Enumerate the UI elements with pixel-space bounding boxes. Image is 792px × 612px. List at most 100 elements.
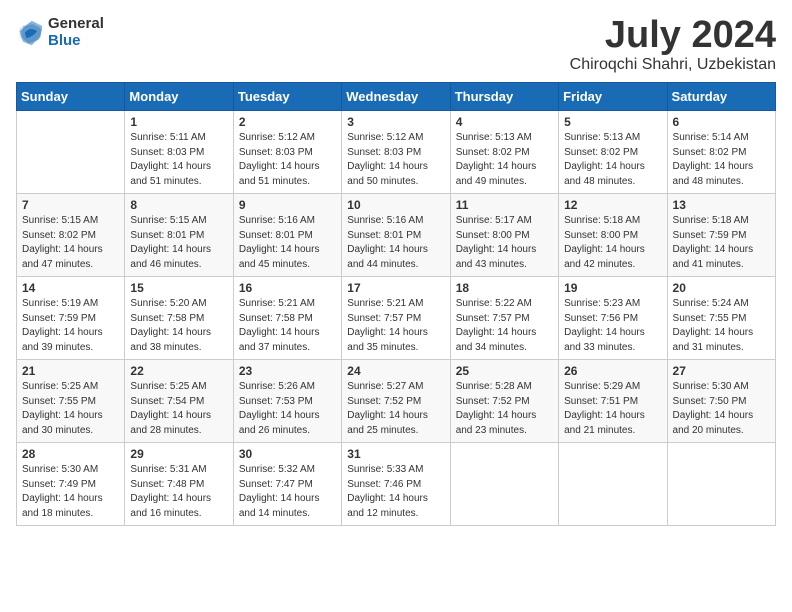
weekday-header: Saturday bbox=[667, 83, 775, 111]
calendar-cell: 7Sunrise: 5:15 AMSunset: 8:02 PMDaylight… bbox=[17, 194, 125, 277]
day-info: Sunrise: 5:13 AMSunset: 8:02 PMDaylight:… bbox=[564, 131, 661, 189]
day-number: 27 bbox=[673, 364, 770, 378]
day-number: 23 bbox=[239, 364, 336, 378]
day-number: 14 bbox=[22, 281, 119, 295]
calendar-week-row: 1 Sunrise: 5:11 AMSunset: 8:03 PMDaylight… bbox=[17, 111, 776, 194]
calendar-cell: 21 Sunrise: 5:25 AMSunset: 7:55 PMDayligh… bbox=[17, 360, 125, 443]
day-info: Sunrise: 5:11 AMSunset: 8:03 PMDaylight:… bbox=[130, 131, 227, 189]
day-number: 1 bbox=[130, 115, 227, 129]
day-number: 8 bbox=[130, 198, 227, 212]
calendar-cell: 10Sunrise: 5:16 AMSunset: 8:01 PMDayligh… bbox=[342, 194, 450, 277]
weekday-header: Sunday bbox=[17, 83, 125, 111]
day-number: 2 bbox=[239, 115, 336, 129]
calendar-cell: 22 Sunrise: 5:25 AMSunset: 7:54 PMDayligh… bbox=[125, 360, 233, 443]
weekday-header: Wednesday bbox=[342, 83, 450, 111]
logo-text: General Blue bbox=[48, 16, 104, 49]
page-header: General Blue July 2024 Chiroqchi Shahri,… bbox=[16, 16, 776, 74]
day-number: 4 bbox=[456, 115, 553, 129]
day-number: 30 bbox=[239, 447, 336, 461]
calendar-cell: 16 Sunrise: 5:21 AMSunset: 7:58 PMDayligh… bbox=[233, 277, 341, 360]
calendar-cell: 30Sunrise: 5:32 AMSunset: 7:47 PMDayligh… bbox=[233, 443, 341, 526]
day-number: 21 bbox=[22, 364, 119, 378]
day-info: Sunrise: 5:29 AMSunset: 7:51 PMDaylight:… bbox=[564, 380, 661, 438]
weekday-header: Thursday bbox=[450, 83, 558, 111]
calendar-week-row: 7Sunrise: 5:15 AMSunset: 8:02 PMDaylight… bbox=[17, 194, 776, 277]
calendar-cell: 29 Sunrise: 5:31 AMSunset: 7:48 PMDayligh… bbox=[125, 443, 233, 526]
day-number: 5 bbox=[564, 115, 661, 129]
day-number: 15 bbox=[130, 281, 227, 295]
day-number: 28 bbox=[22, 447, 119, 461]
calendar-cell: 31 Sunrise: 5:33 AMSunset: 7:46 PMDayligh… bbox=[342, 443, 450, 526]
day-number: 6 bbox=[673, 115, 770, 129]
day-info: Sunrise: 5:19 AMSunset: 7:59 PMDaylight:… bbox=[22, 297, 119, 355]
day-number: 12 bbox=[564, 198, 661, 212]
logo-general: General bbox=[48, 16, 104, 33]
calendar-cell: 23 Sunrise: 5:26 AMSunset: 7:53 PMDayligh… bbox=[233, 360, 341, 443]
day-info: Sunrise: 5:16 AMSunset: 8:01 PMDaylight:… bbox=[239, 214, 336, 272]
calendar-title: July 2024 bbox=[570, 16, 776, 54]
calendar-cell: 25 Sunrise: 5:28 AMSunset: 7:52 PMDayligh… bbox=[450, 360, 558, 443]
calendar-cell: 1 Sunrise: 5:11 AMSunset: 8:03 PMDaylight… bbox=[125, 111, 233, 194]
day-info: Sunrise: 5:15 AMSunset: 8:01 PMDaylight:… bbox=[130, 214, 227, 272]
day-info: Sunrise: 5:15 AMSunset: 8:02 PMDaylight:… bbox=[22, 214, 119, 272]
day-info: Sunrise: 5:28 AMSunset: 7:52 PMDaylight:… bbox=[456, 380, 553, 438]
calendar-cell: 28 Sunrise: 5:30 AMSunset: 7:49 PMDayligh… bbox=[17, 443, 125, 526]
day-info: Sunrise: 5:21 AMSunset: 7:58 PMDaylight:… bbox=[239, 297, 336, 355]
calendar-cell: 24Sunrise: 5:27 AMSunset: 7:52 PMDayligh… bbox=[342, 360, 450, 443]
calendar-cell bbox=[667, 443, 775, 526]
day-info: Sunrise: 5:30 AMSunset: 7:50 PMDaylight:… bbox=[673, 380, 770, 438]
day-info: Sunrise: 5:21 AMSunset: 7:57 PMDaylight:… bbox=[347, 297, 444, 355]
logo-blue: Blue bbox=[48, 33, 104, 50]
day-info: Sunrise: 5:12 AMSunset: 8:03 PMDaylight:… bbox=[347, 131, 444, 189]
weekday-header-row: SundayMondayTuesdayWednesdayThursdayFrid… bbox=[17, 83, 776, 111]
weekday-header: Monday bbox=[125, 83, 233, 111]
calendar-table: SundayMondayTuesdayWednesdayThursdayFrid… bbox=[16, 82, 776, 526]
day-info: Sunrise: 5:14 AMSunset: 8:02 PMDaylight:… bbox=[673, 131, 770, 189]
calendar-cell: 5 Sunrise: 5:13 AMSunset: 8:02 PMDaylight… bbox=[559, 111, 667, 194]
calendar-week-row: 14 Sunrise: 5:19 AMSunset: 7:59 PMDayligh… bbox=[17, 277, 776, 360]
calendar-cell: 9Sunrise: 5:16 AMSunset: 8:01 PMDaylight… bbox=[233, 194, 341, 277]
day-info: Sunrise: 5:26 AMSunset: 7:53 PMDaylight:… bbox=[239, 380, 336, 438]
day-info: Sunrise: 5:18 AMSunset: 7:59 PMDaylight:… bbox=[673, 214, 770, 272]
day-number: 22 bbox=[130, 364, 227, 378]
weekday-header: Tuesday bbox=[233, 83, 341, 111]
calendar-subtitle: Chiroqchi Shahri, Uzbekistan bbox=[570, 56, 776, 74]
day-number: 20 bbox=[673, 281, 770, 295]
day-number: 10 bbox=[347, 198, 444, 212]
day-number: 18 bbox=[456, 281, 553, 295]
day-info: Sunrise: 5:23 AMSunset: 7:56 PMDaylight:… bbox=[564, 297, 661, 355]
calendar-cell bbox=[450, 443, 558, 526]
day-number: 17 bbox=[347, 281, 444, 295]
day-number: 29 bbox=[130, 447, 227, 461]
calendar-cell: 19 Sunrise: 5:23 AMSunset: 7:56 PMDayligh… bbox=[559, 277, 667, 360]
day-number: 31 bbox=[347, 447, 444, 461]
day-info: Sunrise: 5:12 AMSunset: 8:03 PMDaylight:… bbox=[239, 131, 336, 189]
calendar-cell: 14 Sunrise: 5:19 AMSunset: 7:59 PMDayligh… bbox=[17, 277, 125, 360]
calendar-cell: 8 Sunrise: 5:15 AMSunset: 8:01 PMDaylight… bbox=[125, 194, 233, 277]
day-number: 25 bbox=[456, 364, 553, 378]
calendar-cell: 27 Sunrise: 5:30 AMSunset: 7:50 PMDayligh… bbox=[667, 360, 775, 443]
day-info: Sunrise: 5:17 AMSunset: 8:00 PMDaylight:… bbox=[456, 214, 553, 272]
calendar-cell bbox=[17, 111, 125, 194]
day-info: Sunrise: 5:30 AMSunset: 7:49 PMDaylight:… bbox=[22, 463, 119, 521]
day-number: 11 bbox=[456, 198, 553, 212]
day-number: 19 bbox=[564, 281, 661, 295]
calendar-cell: 4 Sunrise: 5:13 AMSunset: 8:02 PMDaylight… bbox=[450, 111, 558, 194]
day-number: 26 bbox=[564, 364, 661, 378]
day-info: Sunrise: 5:25 AMSunset: 7:55 PMDaylight:… bbox=[22, 380, 119, 438]
calendar-cell: 17 Sunrise: 5:21 AMSunset: 7:57 PMDayligh… bbox=[342, 277, 450, 360]
day-info: Sunrise: 5:13 AMSunset: 8:02 PMDaylight:… bbox=[456, 131, 553, 189]
calendar-cell: 2 Sunrise: 5:12 AMSunset: 8:03 PMDaylight… bbox=[233, 111, 341, 194]
day-info: Sunrise: 5:31 AMSunset: 7:48 PMDaylight:… bbox=[130, 463, 227, 521]
calendar-cell bbox=[559, 443, 667, 526]
day-info: Sunrise: 5:24 AMSunset: 7:55 PMDaylight:… bbox=[673, 297, 770, 355]
logo: General Blue bbox=[16, 16, 104, 49]
calendar-cell: 6 Sunrise: 5:14 AMSunset: 8:02 PMDaylight… bbox=[667, 111, 775, 194]
day-number: 24 bbox=[347, 364, 444, 378]
day-info: Sunrise: 5:33 AMSunset: 7:46 PMDaylight:… bbox=[347, 463, 444, 521]
calendar-week-row: 28 Sunrise: 5:30 AMSunset: 7:49 PMDayligh… bbox=[17, 443, 776, 526]
calendar-cell: 13Sunrise: 5:18 AMSunset: 7:59 PMDayligh… bbox=[667, 194, 775, 277]
day-info: Sunrise: 5:22 AMSunset: 7:57 PMDaylight:… bbox=[456, 297, 553, 355]
day-number: 16 bbox=[239, 281, 336, 295]
day-info: Sunrise: 5:25 AMSunset: 7:54 PMDaylight:… bbox=[130, 380, 227, 438]
